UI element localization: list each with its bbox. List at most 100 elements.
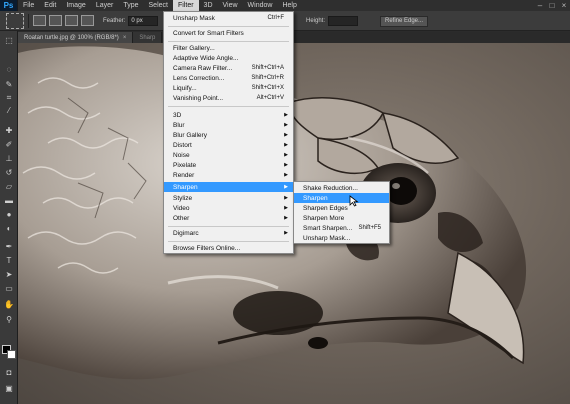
menu-3d[interactable]: 3D [199, 0, 218, 11]
submenu-item-sharpen-edges[interactable]: Sharpen Edges [294, 203, 389, 213]
menu-item-liquify[interactable]: Liquify... Shift+Ctrl+X [164, 83, 293, 93]
menu-window[interactable]: Window [243, 0, 278, 11]
add-selection-icon[interactable] [49, 15, 62, 26]
menu-item-label: Smart Sharpen... [303, 224, 353, 232]
marquee-icon[interactable]: ⬚ [3, 35, 15, 46]
screen-mode-icon[interactable]: ▣ [3, 383, 15, 394]
lasso-icon[interactable]: ◌ [3, 64, 15, 75]
submenu-arrow-icon: ▶ [284, 112, 288, 118]
refine-edge-button[interactable]: Refine Edge... [380, 15, 429, 27]
tools-panel: ⬚ ◌ ✎ ⌗ ⁄ ✚ ✐ ⊥ ↺ ▱ ▬ ● ◐ ✒ T ➤ ▭ ✋ ⚲ ◘ … [0, 31, 18, 404]
menu-item-label: Unsharp Mask... [303, 234, 351, 242]
menu-item-browse-filters-online[interactable]: Browse Filters Online... [164, 243, 293, 253]
menu-item-label: Render [173, 171, 195, 179]
quick-mask-icon[interactable]: ◘ [3, 367, 15, 378]
submenu-item-sharpen[interactable]: Sharpen [294, 193, 389, 203]
menu-item-shortcut: Ctrl+F [267, 15, 285, 21]
photoshop-logo[interactable]: Ps [0, 0, 18, 11]
menu-item-convert-smart-filters[interactable]: Convert for Smart Filters [164, 28, 293, 38]
menu-item-noise[interactable]: Noise ▶ [164, 150, 293, 160]
menu-edit[interactable]: Edit [39, 0, 61, 11]
submenu-arrow-icon: ▶ [284, 195, 288, 201]
menu-filter[interactable]: Filter [172, 0, 199, 11]
menu-item-label: Vanishing Point... [173, 94, 224, 102]
eraser-icon[interactable]: ▱ [3, 181, 15, 192]
shape-icon[interactable]: ▭ [3, 283, 15, 294]
menu-item-video[interactable]: Video ▶ [164, 203, 293, 213]
menu-item-lens-correction[interactable]: Lens Correction... Shift+Ctrl+R [164, 73, 293, 83]
menu-item-unsharp-mask[interactable]: Unsharp Mask Ctrl+F [164, 13, 293, 23]
feather-input[interactable]: 0 px [128, 15, 159, 26]
tab-roatan-turtle[interactable]: Roatan turtle.jpg @ 100% (RGB/8*) × [18, 32, 134, 43]
healing-brush-icon[interactable]: ✚ [3, 125, 15, 136]
brush-icon[interactable]: ✐ [3, 139, 15, 150]
subtract-selection-icon[interactable] [65, 15, 78, 26]
crop-icon[interactable]: ⌗ [3, 92, 15, 103]
type-icon[interactable]: T [3, 255, 15, 266]
menu-item-label: Blur [173, 121, 185, 129]
menu-item-label: Digimarc [173, 229, 199, 237]
menu-item-label: Noise [173, 151, 190, 159]
submenu-item-sharpen-more[interactable]: Sharpen More [294, 213, 389, 223]
menu-file[interactable]: File [18, 0, 39, 11]
menu-item-sharpen[interactable]: Sharpen ▶ [164, 182, 293, 192]
menu-item-distort[interactable]: Distort ▶ [164, 140, 293, 150]
submenu-arrow-icon: ▶ [284, 122, 288, 128]
menu-item-label: Adaptive Wide Angle... [173, 54, 239, 62]
hand-icon[interactable]: ✋ [3, 299, 15, 310]
submenu-item-shake-reduction[interactable]: Shake Reduction... [294, 183, 389, 193]
submenu-arrow-icon: ▶ [284, 142, 288, 148]
menu-item-label: Browse Filters Online... [173, 244, 241, 252]
menu-item-pixelate[interactable]: Pixelate ▶ [164, 160, 293, 170]
blur-icon[interactable]: ● [3, 209, 15, 220]
clone-stamp-icon[interactable]: ⊥ [3, 153, 15, 164]
pen-icon[interactable]: ✒ [3, 241, 15, 252]
menu-select[interactable]: Select [144, 0, 173, 11]
submenu-arrow-icon: ▶ [284, 230, 288, 236]
tab-close-icon[interactable]: × [123, 35, 127, 41]
tab-sharp[interactable]: Sharp [133, 32, 163, 43]
menu-layer[interactable]: Layer [91, 0, 119, 11]
menu-item-stylize[interactable]: Stylize ▶ [164, 193, 293, 203]
menu-item-label: Filter Gallery... [173, 44, 215, 52]
menu-item-digimarc[interactable]: Digimarc ▶ [164, 228, 293, 238]
menu-item-other[interactable]: Other ▶ [164, 213, 293, 223]
menu-item-3d[interactable]: 3D ▶ [164, 110, 293, 120]
menu-item-vanishing-point[interactable]: Vanishing Point... Alt+Ctrl+V [164, 93, 293, 103]
height-input[interactable] [328, 16, 359, 26]
dodge-icon[interactable]: ◐ [3, 223, 15, 234]
menu-help[interactable]: Help [277, 0, 301, 11]
submenu-arrow-icon: ▶ [284, 162, 288, 168]
background-color-swatch[interactable] [7, 350, 16, 359]
menu-view[interactable]: View [218, 0, 243, 11]
eyedropper-icon[interactable]: ⁄ [3, 105, 15, 116]
menu-item-blur[interactable]: Blur ▶ [164, 120, 293, 130]
zoom-icon[interactable]: ⚲ [3, 314, 15, 325]
maximize-icon[interactable]: □ [546, 0, 558, 11]
menu-item-render[interactable]: Render ▶ [164, 170, 293, 180]
menu-item-blur-gallery[interactable]: Blur Gallery ▶ [164, 130, 293, 140]
minimize-icon[interactable]: – [534, 0, 546, 11]
menu-item-filter-gallery[interactable]: Filter Gallery... [164, 43, 293, 53]
menu-image[interactable]: Image [61, 0, 90, 11]
menu-type[interactable]: Type [118, 0, 143, 11]
menu-item-camera-raw-filter[interactable]: Camera Raw Filter... Shift+Ctrl+A [164, 63, 293, 73]
gradient-icon[interactable]: ▬ [3, 195, 15, 206]
menu-item-shortcut: Shift+F5 [358, 225, 381, 231]
history-brush-icon[interactable]: ↺ [3, 167, 15, 178]
quick-select-icon[interactable]: ✎ [3, 79, 15, 90]
path-select-icon[interactable]: ➤ [3, 269, 15, 280]
menu-item-label: Sharpen More [303, 214, 345, 222]
submenu-item-smart-sharpen[interactable]: Smart Sharpen... Shift+F5 [294, 223, 389, 233]
document-tabs: Roatan turtle.jpg @ 100% (RGB/8*) × Shar… [18, 32, 570, 43]
submenu-item-unsharp-mask[interactable]: Unsharp Mask... [294, 233, 389, 243]
menu-item-label: Blur Gallery [173, 131, 207, 139]
new-selection-icon[interactable] [33, 15, 46, 26]
menu-item-adaptive-wide-angle[interactable]: Adaptive Wide Angle... [164, 53, 293, 63]
menu-item-label: Distort [173, 141, 192, 149]
marquee-preset-icon[interactable] [6, 12, 24, 29]
menu-item-label: Pixelate [173, 161, 197, 169]
filter-menu: Unsharp Mask Ctrl+F Convert for Smart Fi… [163, 11, 294, 254]
intersect-selection-icon[interactable] [81, 15, 94, 26]
close-icon[interactable]: × [558, 0, 570, 11]
